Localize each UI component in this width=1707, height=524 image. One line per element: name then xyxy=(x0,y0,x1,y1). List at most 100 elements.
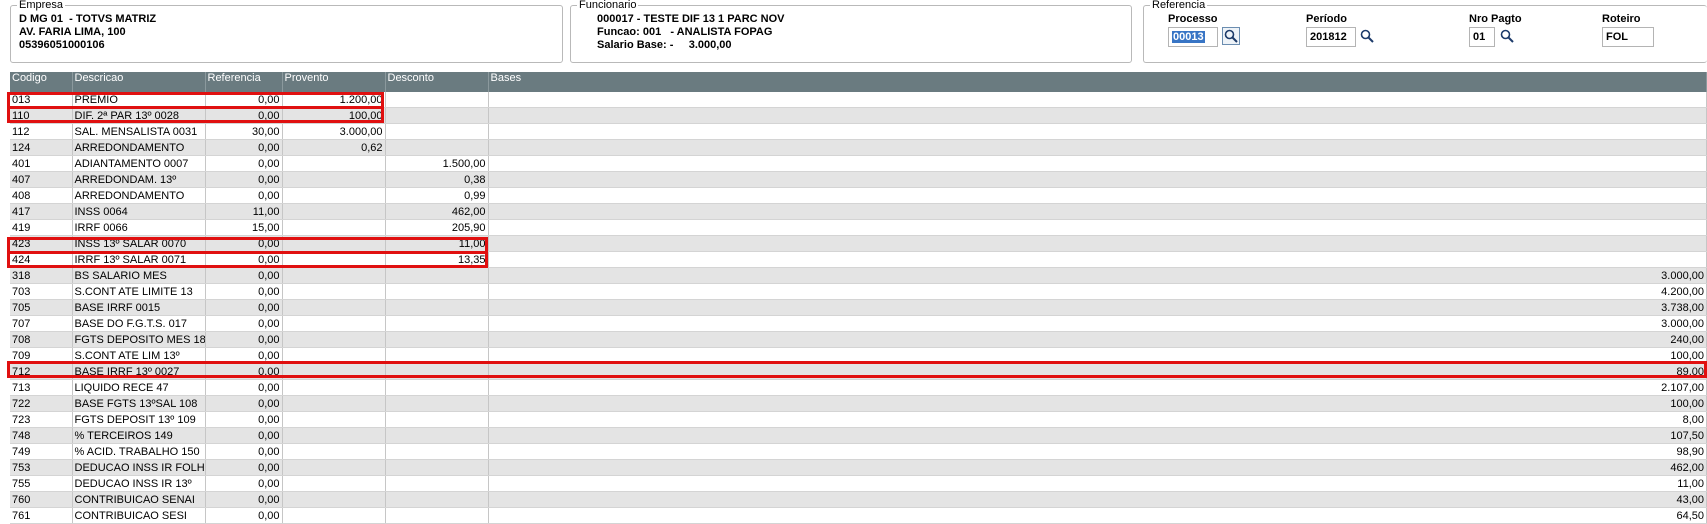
table-row[interactable]: 703 S.CONT ATE LIMITE 13 0,00 4.200,00 xyxy=(10,283,1707,300)
cell-referencia: 0,00 xyxy=(205,92,283,108)
cell-codigo: 722 xyxy=(10,395,73,412)
table-row[interactable]: 417 INSS 0064 11,00 462,00 xyxy=(10,203,1707,220)
cell-desconto xyxy=(385,299,489,316)
cell-desconto xyxy=(385,267,489,284)
table-row[interactable]: 723 FGTS DEPOSIT 13º 109 0,00 8,00 xyxy=(10,411,1707,428)
cell-codigo: 705 xyxy=(10,299,73,316)
col-header-provento[interactable]: Provento xyxy=(282,72,386,92)
col-header-desconto[interactable]: Desconto xyxy=(385,72,489,92)
cell-desconto xyxy=(385,491,489,508)
cell-codigo: 703 xyxy=(10,283,73,300)
cell-codigo: 712 xyxy=(10,363,73,380)
cell-provento xyxy=(282,475,386,492)
cell-bases xyxy=(488,203,1707,220)
cell-provento xyxy=(282,331,386,348)
cell-bases: 8,00 xyxy=(488,411,1707,428)
table-row[interactable]: 713 LIQUIDO RECE 47 0,00 2.107,00 xyxy=(10,379,1707,396)
cell-referencia: 0,00 xyxy=(205,379,283,396)
table-row[interactable]: 705 BASE IRRF 0015 0,00 3.738,00 xyxy=(10,299,1707,316)
cell-desconto xyxy=(385,443,489,460)
table-row[interactable]: 753 DEDUCAO INSS IR FOLH 0,00 462,00 xyxy=(10,459,1707,476)
table-row[interactable]: 124 ARREDONDAMENTO 0,00 0,62 xyxy=(10,139,1707,156)
cell-descricao: BASE DO F.G.T.S. 017 xyxy=(72,315,206,332)
cell-provento xyxy=(282,459,386,476)
cell-bases xyxy=(488,187,1707,204)
cell-descricao: % ACID. TRABALHO 150 xyxy=(72,443,206,460)
cell-codigo: 401 xyxy=(10,155,73,172)
cell-desconto xyxy=(385,107,489,124)
cell-bases: 240,00 xyxy=(488,331,1707,348)
cell-bases: 100,00 xyxy=(488,395,1707,412)
cell-bases: 89,00 xyxy=(488,363,1707,380)
cell-codigo: 110 xyxy=(10,107,73,124)
col-header-referencia[interactable]: Referencia xyxy=(205,72,283,92)
col-header-bases[interactable]: Bases xyxy=(488,72,1707,92)
cell-referencia: 0,00 xyxy=(205,475,283,492)
col-header-descricao[interactable]: Descricao xyxy=(72,72,206,92)
periodo-input[interactable]: 201812 xyxy=(1306,27,1356,47)
table-row[interactable]: 748% TERCEIROS 149 0,00 107,50 xyxy=(10,427,1707,444)
table-row[interactable]: 407 ARREDONDAM. 13º 0,00 0,38 xyxy=(10,171,1707,188)
cell-provento xyxy=(282,411,386,428)
col-header-codigo[interactable]: Codigo xyxy=(10,72,73,92)
cell-codigo: 124 xyxy=(10,139,73,156)
nro-pagto-search-icon[interactable] xyxy=(1499,28,1517,46)
cell-codigo: 749 xyxy=(10,443,73,460)
cell-desconto: 462,00 xyxy=(385,203,489,220)
table-row[interactable]: 709 S.CONT ATE LIM 13º 0,00 100,00 xyxy=(10,347,1707,364)
nro-pagto-input[interactable]: 01 xyxy=(1469,27,1495,47)
funcionario-funcao: Funcao: 001 - ANALISTA FOPAG xyxy=(597,26,773,38)
table-row[interactable]: 708 FGTS DEPOSITO MES 18 0,00 240,00 xyxy=(10,331,1707,348)
cell-referencia: 0,00 xyxy=(205,155,283,172)
cell-referencia: 0,00 xyxy=(205,427,283,444)
table-row[interactable]: 749% ACID. TRABALHO 150 0,00 98,90 xyxy=(10,443,1707,460)
cell-bases xyxy=(488,251,1707,268)
cell-descricao: INSS 0064 xyxy=(72,203,206,220)
cell-bases xyxy=(488,219,1707,236)
cell-bases: 64,50 xyxy=(488,507,1707,524)
table-row[interactable]: 423 INSS 13º SALAR 0070 0,00 11,00 xyxy=(10,235,1707,252)
empresa-name: D MG 01 - TOTVS MATRIZ xyxy=(19,13,157,25)
cell-desconto xyxy=(385,315,489,332)
cell-provento xyxy=(282,507,386,524)
cell-bases: 100,00 xyxy=(488,347,1707,364)
table-row[interactable]: 761 CONTRIBUICAO SESI 0,00 64,50 xyxy=(10,507,1707,524)
cell-desconto: 0,99 xyxy=(385,187,489,204)
cell-descricao: ADIANTAMENTO 0007 xyxy=(72,155,206,172)
cell-bases xyxy=(488,92,1707,108)
table-row[interactable]: 408 ARREDONDAMENTO 0,00 0,99 xyxy=(10,187,1707,204)
cell-provento xyxy=(282,203,386,220)
table-row[interactable]: 419 IRRF 0066 15,00 205,90 xyxy=(10,219,1707,236)
cell-codigo: 707 xyxy=(10,315,73,332)
cell-provento: 0,62 xyxy=(282,139,386,156)
table-row[interactable]: 722 BASE FGTS 13ºSAL 108 0,00 100,00 xyxy=(10,395,1707,412)
table-row[interactable]: 110 DIF. 2ª PAR 13º 0028 0,00 100,00 xyxy=(10,107,1707,124)
table-row[interactable]: 712 BASE IRRF 13º 0027 0,00 89,00 xyxy=(10,363,1707,380)
cell-referencia: 0,00 xyxy=(205,315,283,332)
empresa-address: AV. FARIA LIMA, 100 xyxy=(19,26,126,38)
cell-referencia: 15,00 xyxy=(205,219,283,236)
table-row[interactable]: 707 BASE DO F.G.T.S. 017 0,00 3.000,00 xyxy=(10,315,1707,332)
roteiro-input[interactable]: FOL xyxy=(1602,27,1654,47)
cell-desconto xyxy=(385,459,489,476)
table-row[interactable]: 401 ADIANTAMENTO 0007 0,00 1.500,00 xyxy=(10,155,1707,172)
cell-provento xyxy=(282,491,386,508)
cell-codigo: 708 xyxy=(10,331,73,348)
cell-desconto: 13,35 xyxy=(385,251,489,268)
processo-input[interactable]: 00013 xyxy=(1168,27,1218,47)
cell-provento xyxy=(282,443,386,460)
processo-search-icon[interactable] xyxy=(1222,27,1240,45)
cell-descricao: BASE IRRF 13º 0027 xyxy=(72,363,206,380)
table-row[interactable]: 112 SAL. MENSALISTA 0031 30,00 3.000,00 xyxy=(10,123,1707,140)
cell-desconto xyxy=(385,123,489,140)
cell-codigo: 709 xyxy=(10,347,73,364)
cell-desconto xyxy=(385,475,489,492)
table-row[interactable]: 760 CONTRIBUICAO SENAI 0,00 43,00 xyxy=(10,491,1707,508)
cell-referencia: 0,00 xyxy=(205,235,283,252)
table-row[interactable]: 424 IRRF 13º SALAR 0071 0,00 13,35 xyxy=(10,251,1707,268)
periodo-search-icon[interactable] xyxy=(1359,28,1377,46)
table-row[interactable]: 755 DEDUCAO INSS IR 13º 0,00 11,00 xyxy=(10,475,1707,492)
cell-codigo: 417 xyxy=(10,203,73,220)
table-row[interactable]: 013 PREMIO 0,00 1.200,00 xyxy=(10,92,1707,108)
table-row[interactable]: 318 BS SALARIO MES 0,00 3.000,00 xyxy=(10,267,1707,284)
